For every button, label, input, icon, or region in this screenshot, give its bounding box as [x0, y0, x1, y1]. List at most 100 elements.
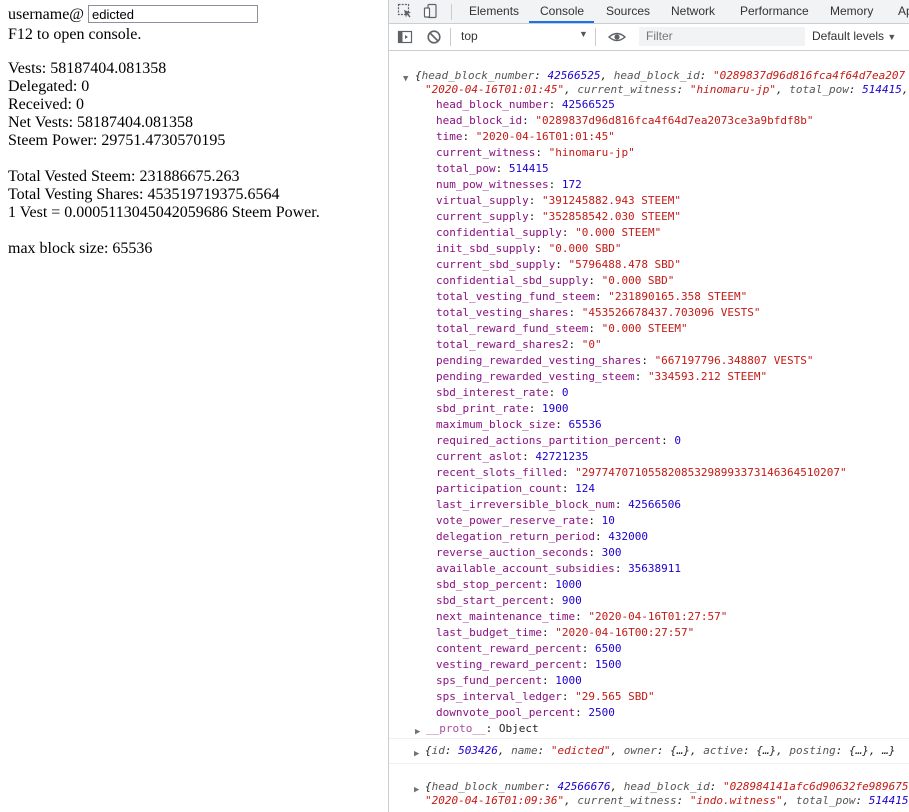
property-key: pending_rewarded_vesting_steem — [436, 370, 635, 383]
property-value: 124 — [575, 482, 595, 495]
object-property-row: head_block_number: 42566525 — [436, 97, 615, 113]
property-value: 2500 — [588, 706, 615, 719]
property-key: total_pow — [436, 162, 496, 175]
object-property-row: maximum_block_size: 65536 — [436, 417, 602, 433]
property-colon: : — [548, 98, 562, 111]
object-property-row: participation_count: 124 — [436, 481, 595, 497]
filter-input[interactable]: Filter — [639, 27, 805, 46]
property-colon: : — [594, 290, 609, 303]
property-key: total_vesting_shares — [436, 306, 569, 319]
property-key: required_actions_partition_percent — [436, 434, 662, 447]
delegated-text: Delegated: 0 — [8, 78, 90, 95]
property-key: vote_power_reserve_rate — [436, 514, 589, 527]
collapsed-triangle-icon[interactable]: ▶ — [414, 746, 419, 762]
property-value: 300 — [601, 546, 622, 559]
object-property-row: total_pow: 514415 — [436, 161, 549, 177]
property-value: "2020-04-16T01:27:57" — [588, 610, 728, 623]
property-key: available_account_subsidies — [436, 562, 615, 575]
property-key: total_vesting_fund_steem — [436, 290, 595, 303]
property-value: 432000 — [608, 530, 648, 543]
message-divider — [389, 738, 909, 739]
property-key: downvote_pool_percent — [436, 706, 576, 719]
tab-sources[interactable]: Sources — [606, 0, 650, 23]
active-tab-indicator — [529, 21, 594, 23]
log-levels-label: Default levels — [812, 29, 885, 43]
property-key: participation_count — [436, 482, 562, 495]
collapsed-triangle-icon[interactable]: ▶ — [414, 782, 419, 798]
property-colon: : — [588, 322, 602, 335]
property-key: last_irreversible_block_num — [436, 498, 615, 511]
property-value: 6500 — [594, 642, 622, 655]
tab-elements[interactable]: Elements — [469, 0, 519, 23]
property-colon: : — [588, 546, 602, 559]
log-object-preview-2-cont: "2020-04-16T01:09:36", current_witness: … — [425, 794, 909, 807]
property-value: 42721235 — [535, 450, 589, 463]
property-key: sbd_print_rate — [436, 402, 529, 415]
expand-triangle-icon[interactable]: ▼ — [403, 71, 408, 87]
vests-text: Vests: 58187404.081358 — [8, 60, 167, 77]
context-selector[interactable]: top — [461, 29, 478, 43]
property-colon: : — [555, 418, 569, 431]
object-property-row: sps_interval_ledger: "29.565 SBD" — [436, 689, 655, 705]
device-toolbar-icon[interactable] — [423, 3, 439, 19]
property-value: "352858542.030 STEEM" — [541, 210, 682, 223]
sidebar-toggle-icon[interactable] — [397, 29, 413, 45]
object-property-row: sbd_print_rate: 1900 — [436, 401, 568, 417]
property-value: 172 — [561, 178, 582, 191]
property-value: 1000 — [555, 578, 582, 591]
property-colon: : — [561, 690, 576, 703]
property-key: vesting_reward_percent — [436, 658, 582, 671]
property-key: total_reward_fund_steem — [436, 322, 589, 335]
object-property-row: last_irreversible_block_num: 42566506 — [436, 497, 681, 513]
log-object-account[interactable]: ▶ {id: 503426, name: "edicted", owner: {…… — [414, 743, 895, 759]
console-output: ▼ {head_block_number: 42566525, head_bloc… — [389, 51, 909, 812]
property-colon: : — [555, 258, 569, 271]
property-value: "453526678437.703096 VESTS" — [581, 306, 761, 319]
clear-console-icon[interactable] — [426, 29, 442, 45]
object-property-row: current_supply: "352858542.030 STEEM" — [436, 209, 681, 225]
property-colon: : — [522, 450, 536, 463]
inspect-element-icon[interactable] — [397, 3, 413, 19]
property-value: 1000 — [555, 674, 582, 687]
tab-network[interactable]: Network — [671, 0, 715, 23]
property-value: "297747071055820853298993373146364510207… — [575, 466, 847, 479]
object-property-row: total_vesting_fund_steem: "231890165.358… — [436, 289, 747, 305]
log-levels-select[interactable]: Default levels ▼ — [812, 29, 896, 43]
object-property-row: downvote_pool_percent: 2500 — [436, 705, 615, 721]
property-colon: : — [634, 370, 648, 383]
property-key: delegation_return_period — [436, 530, 595, 543]
property-colon: : — [535, 242, 549, 255]
tab-performance[interactable]: Performance — [740, 0, 809, 23]
tab-application[interactable]: Ap — [898, 0, 909, 23]
console-toolbar: top ▼ Filter Default levels ▼ — [389, 24, 909, 51]
object-property-row: pending_rewarded_vesting_shares: "667197… — [436, 353, 814, 369]
property-value: 900 — [561, 594, 582, 607]
property-key: maximum_block_size — [436, 418, 556, 431]
context-dropdown-icon[interactable]: ▼ — [579, 29, 588, 39]
property-value: "0289837d96d816fca4f64d7ea2073ce3a9bfdf8… — [535, 114, 814, 127]
property-value: "5796488.478 SBD" — [568, 258, 682, 271]
tab-console[interactable]: Console — [540, 0, 584, 23]
property-key: current_aslot — [436, 450, 523, 463]
username-input[interactable] — [88, 5, 258, 23]
proto-row[interactable]: ▶ __proto__: Object — [415, 721, 539, 737]
total-vested-steem-text: Total Vested Steem: 231886675.263 — [8, 168, 240, 185]
property-key: sps_fund_percent — [436, 674, 542, 687]
property-value: "0.000 SBD" — [601, 274, 675, 287]
property-key: recent_slots_filled — [436, 466, 562, 479]
devtools-panel: Elements Console Sources Network Perform… — [388, 0, 909, 812]
property-colon: : — [528, 194, 542, 207]
object-property-row: available_account_subsidies: 35638911 — [436, 561, 681, 577]
property-colon: : — [541, 578, 556, 591]
app-page: username@ F12 to open console. Vests: 58… — [0, 0, 388, 812]
property-key: sps_interval_ledger — [436, 690, 562, 703]
object-property-row: recent_slots_filled: "297747071055820853… — [436, 465, 847, 481]
eye-icon[interactable] — [607, 29, 627, 45]
property-value: "0.000 STEEM" — [575, 226, 662, 239]
object-property-row: pending_rewarded_vesting_steem: "334593.… — [436, 369, 767, 385]
object-property-row: sbd_stop_percent: 1000 — [436, 577, 582, 593]
tab-memory[interactable]: Memory — [830, 0, 873, 23]
property-colon: : — [568, 338, 582, 351]
property-colon: : — [614, 562, 629, 575]
property-colon: : — [548, 178, 562, 191]
